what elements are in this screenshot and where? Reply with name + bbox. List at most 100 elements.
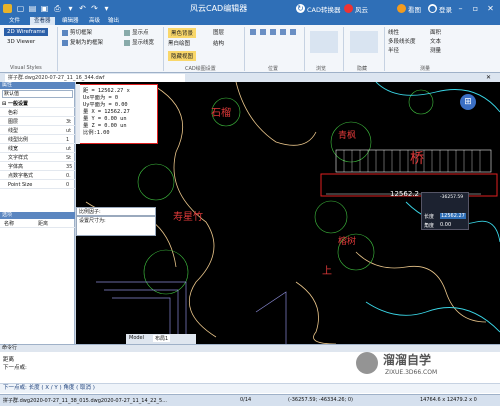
layers-button[interactable]: 图层 [213,28,224,36]
measure-button[interactable]: 测量 [430,46,441,54]
file-tab[interactable]: 拼子群.dwg2020-07-27_11_16_344.dwf [5,74,185,82]
show-points-button[interactable]: 显示点 [124,28,149,36]
minimize-icon[interactable]: – [455,3,466,14]
print-icon[interactable]: ⎙ [53,4,62,13]
ribbon-separator [343,27,344,71]
property-row[interactable]: 线型比例 1 [0,136,75,144]
property-row[interactable]: Point Size 0 [0,181,75,189]
show-lineweight-button[interactable]: 显示线宽 [124,38,154,46]
black-background-button[interactable]: 黑色背景 [168,28,197,38]
collapse-icon[interactable]: ⊟ [2,100,6,108]
zoom-in-icon[interactable] [250,29,256,35]
linear-button[interactable]: 线性 [388,28,399,36]
undo-icon[interactable]: ↶ [78,4,87,13]
popup-gutter [76,84,80,144]
rotate-icon[interactable] [290,29,296,35]
property-row[interactable]: 文字样式 St [0,154,75,162]
redo-icon[interactable]: ↷ [90,4,99,13]
property-key: 线型 [8,128,19,134]
hide-view-button[interactable]: 隐藏视图 [168,51,197,61]
menu-advanced[interactable]: 高级 [85,17,104,25]
menu-viewer[interactable]: 查看器 [30,17,55,25]
black-white-button[interactable]: 黑白绘图 [168,39,190,47]
drawing-label: 青枫 [338,131,357,141]
measure-line: 量 Y = 0.00 un [83,116,127,122]
contour-line [235,82,317,146]
property-value: ut [66,146,72,152]
login-button[interactable]: 登录 [439,4,452,14]
2d-wireframe-button[interactable]: 2D Wireframe [4,28,49,36]
show-points-label: 显示点 [132,30,149,36]
maximize-icon[interactable]: ▫ [470,3,481,14]
view-button[interactable]: 看图 [408,4,421,14]
open-icon[interactable]: ▤ [28,4,37,13]
close-tab-icon[interactable]: ✕ [486,74,491,81]
contour-line [295,281,337,344]
menu-editor[interactable]: 编辑器 [58,17,83,25]
copy-icon [62,39,68,46]
fit-icon[interactable] [270,29,276,35]
info-length: 12562.27 [440,213,466,219]
property-row[interactable]: 点数字格式 0. [0,172,75,180]
property-row[interactable]: 线宽 ut [0,145,75,153]
property-key: 线宽 [8,146,19,152]
menu-file[interactable]: 文件 [5,17,24,25]
hidden-tool[interactable] [350,31,378,53]
copy-frame-button[interactable]: 复制为的框架 [62,38,103,46]
status-bar: 拼子群.dwg2020-07-27_11_38_015.dwg2020-07-2… [0,394,500,406]
property-key: 线型比例 [8,137,29,143]
ribbon: 2D Wireframe 3D Viewer Visual Styles 剪切框… [0,25,500,73]
lineweight-icon [124,39,130,46]
new-icon[interactable]: ▢ [16,4,25,13]
clip-frame-button[interactable]: 剪切框架 [62,28,92,36]
model-tab[interactable]: Model [129,335,144,341]
dropdown-icon[interactable]: ▾ [66,4,75,13]
3d-viewer-button[interactable]: 3D Viewer [7,39,35,45]
measure-group-label: 测量 [420,66,431,72]
converter-button[interactable]: CAD转换器 [307,4,341,14]
app-icon [3,4,12,13]
customize-icon[interactable]: ▾ [102,4,111,13]
scale-factor-row[interactable]: 比例因子: [76,207,156,216]
polyline-length-button[interactable]: 多段线长度 [388,37,416,45]
options-header: 选项 [0,212,75,219]
show-lineweight-label: 显示线宽 [132,40,155,46]
water-edge [365,301,500,333]
status-file: 拼子群.dwg2020-07-27_11_38_015.dwg2020-07-2… [3,398,167,404]
properties-group[interactable]: ⊟ 一般设置 [0,100,75,108]
browse-tool[interactable] [310,31,338,53]
property-value: 35 [66,164,73,170]
save-icon[interactable]: ▣ [40,4,49,13]
property-value: 0. [66,173,71,179]
measure-popup: 距 = 12562.27 x Ux平面为 = 0 Uy平面为 = 0.00 量 X =… [76,84,158,144]
text-button[interactable]: 文本 [430,37,441,45]
property-row[interactable]: 图层 3t [0,118,75,126]
property-key: 字体高 [8,164,24,170]
properties-panel: 属性 默认值 ⊟ 一般设置 色彩 图层 3t 线型 ut 线型比例 1 线宽 ut 文字样式 St 字体… [0,82,75,344]
properties-selector[interactable]: 默认值 [2,90,73,98]
drawing-label: 桥 [410,151,424,167]
property-value: ut [66,128,72,134]
zoom-out-icon[interactable] [260,29,266,35]
navcube-icon[interactable]: ⊞ [460,94,476,110]
area-button[interactable]: 面积 [430,28,441,36]
cloud-button[interactable]: 风云 [355,4,368,14]
title-bar: ▢ ▤ ▣ ⎙ ▾ ↶ ↷ ▾ 风云CAD编辑器 ↻ CAD转换器 风云 看图 … [0,0,500,17]
layout1-tab[interactable]: 布局1 [153,335,171,342]
property-row[interactable]: 字体高 35 [0,163,75,171]
pan-icon[interactable] [280,29,286,35]
structure-button[interactable]: 结构 [213,39,224,47]
position-group-label: 位置 [268,66,279,72]
info-angle-label: 角度 [424,223,435,229]
size-row[interactable]: 设置尺寸为: [76,216,156,236]
hidden-group-label: 隐藏 [357,66,368,72]
property-row[interactable]: 线型 ut [0,127,75,135]
options-row[interactable]: 名称 距离 [0,220,75,228]
close-icon[interactable]: ✕ [485,3,496,14]
menu-output[interactable]: 输出 [104,17,123,25]
measure-line: 比例:1.00 [83,130,110,136]
property-row[interactable]: 色彩 [0,109,75,117]
layout-tabs: Model 布局1 [126,334,196,344]
command-prompt[interactable]: 下一点或: 长度 ( X / Y ) 角度 ( 取消 ) [0,383,500,393]
radius-button[interactable]: 半径 [388,46,399,54]
